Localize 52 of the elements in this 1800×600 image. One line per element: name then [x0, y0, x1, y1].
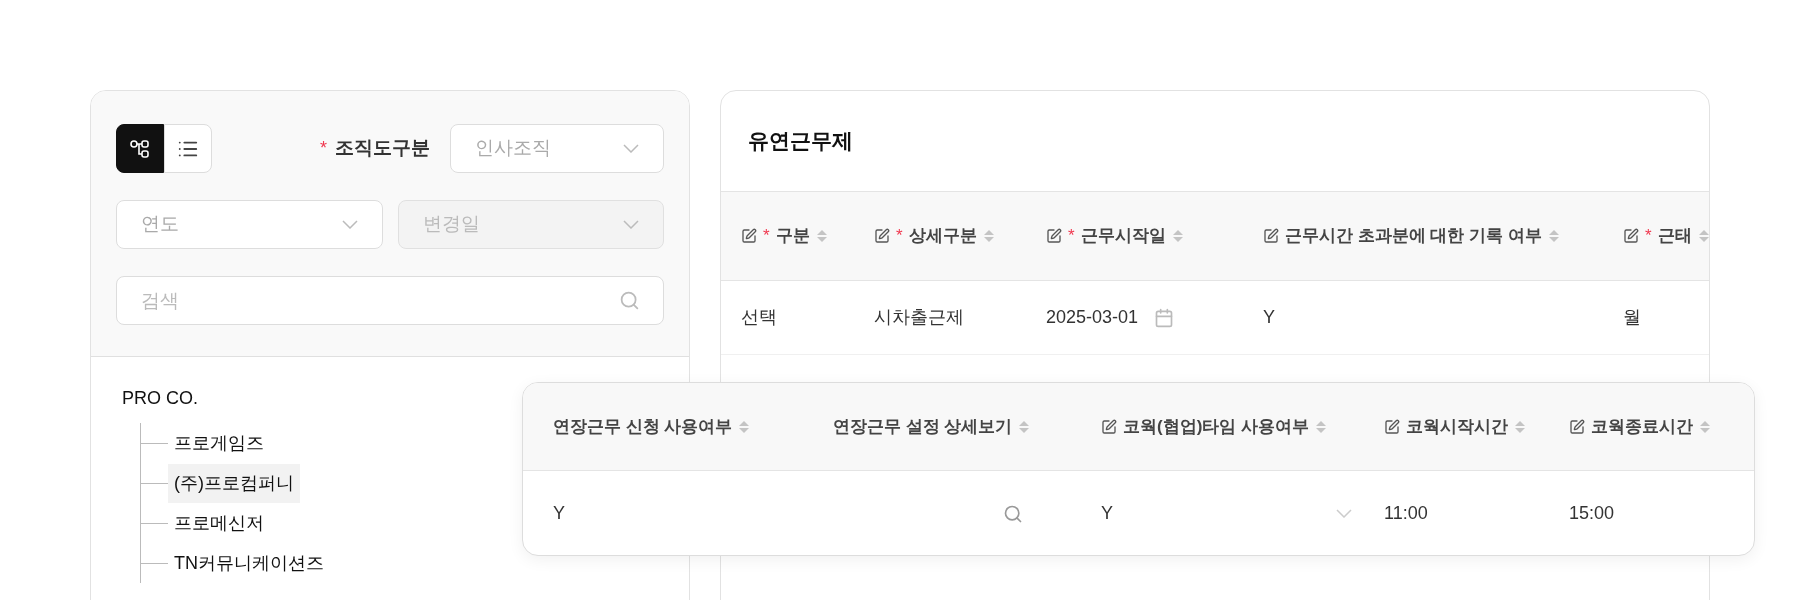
- column-header: 근무시작일: [1080, 225, 1166, 248]
- table-cell: Y: [553, 503, 565, 523]
- column-header: 코웍종료시간: [1591, 415, 1693, 438]
- sort-icon[interactable]: [1315, 419, 1328, 434]
- field-label: 조직도구분: [335, 136, 430, 161]
- required-mark: *: [763, 225, 770, 248]
- column-header: 코웍(협업)타임 사용여부: [1123, 415, 1310, 438]
- date-value: 2025-03-01: [1046, 306, 1139, 329]
- search-icon[interactable]: [1003, 503, 1023, 524]
- chevron-icon: [623, 144, 639, 153]
- column-header: 연장근무 설정 상세보기: [833, 415, 1013, 438]
- sort-icon[interactable]: [738, 419, 751, 434]
- table-cell: 월: [1623, 307, 1641, 327]
- chevron-icon: [341, 220, 358, 229]
- tree-node[interactable]: TN커뮤니케이션즈: [168, 543, 330, 583]
- sort-icon[interactable]: [1697, 229, 1709, 243]
- required-mark: *: [1068, 225, 1075, 248]
- column-header: 상세구분: [908, 225, 977, 248]
- sort-icon[interactable]: [1699, 419, 1711, 434]
- column-header: 코웍시작시간: [1406, 415, 1508, 438]
- required-mark: *: [320, 137, 327, 160]
- tree-node[interactable]: PRO CO.: [122, 388, 198, 408]
- table-cell: Y: [1263, 307, 1275, 327]
- search-icon: [619, 290, 640, 311]
- required-mark: *: [896, 225, 903, 248]
- chevron-icon: [1336, 509, 1352, 518]
- sort-icon[interactable]: [1171, 229, 1184, 243]
- org-chart-icon: [129, 137, 151, 160]
- chevron-icon: [623, 220, 639, 229]
- table-cell: 시차출근제: [874, 307, 964, 327]
- sort-icon[interactable]: [1514, 419, 1526, 434]
- table-cell: 15:00: [1569, 503, 1615, 523]
- table-cell: 11:00: [1384, 503, 1428, 523]
- select-field[interactable]: Y: [1101, 500, 1376, 527]
- panel-title: 유연근무제: [748, 128, 853, 155]
- sort-icon[interactable]: [1547, 229, 1560, 243]
- tree-node[interactable]: 프로게임즈: [168, 423, 270, 463]
- column-header: 근태: [1657, 225, 1692, 248]
- list-view-button[interactable]: [164, 124, 212, 173]
- calendar-icon[interactable]: [1154, 307, 1175, 328]
- search-field[interactable]: 검색: [116, 276, 664, 325]
- required-mark: *: [1645, 225, 1652, 248]
- sort-icon[interactable]: [1018, 419, 1031, 434]
- table-cell: 선택: [741, 307, 777, 327]
- tree-view-button[interactable]: [116, 124, 164, 173]
- column-header: 근무시간 초과분에 대한 기록 여부: [1285, 225, 1542, 248]
- sort-icon[interactable]: [982, 229, 995, 243]
- column-header: 구분: [775, 225, 810, 248]
- column-header: 연장근무 신청 사용여부: [553, 415, 733, 438]
- tree-node[interactable]: (주)프로컴퍼니: [168, 463, 300, 503]
- sort-icon[interactable]: [815, 229, 828, 243]
- tree-node[interactable]: 프로메신저: [168, 503, 270, 543]
